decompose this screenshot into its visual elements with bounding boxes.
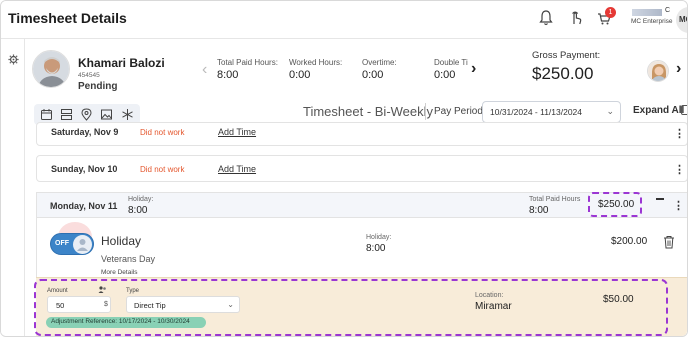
chevron-down-icon: ⌄: [606, 106, 614, 116]
did-not-work-label: Did not work: [140, 165, 185, 174]
people-icon[interactable]: [98, 285, 107, 294]
expand-all-checkbox[interactable]: [681, 105, 687, 115]
expand-all-label[interactable]: Expand All: [633, 105, 684, 116]
chevron-right-employee-icon[interactable]: ›: [676, 60, 681, 78]
stat-label-total-paid: Total Paid Hours:: [217, 58, 278, 67]
stat-label-double: Double Ti: [434, 58, 468, 67]
left-rail: [1, 39, 25, 336]
location-pin-icon[interactable]: [80, 108, 93, 121]
adjustment-amount: $50.00: [603, 294, 634, 305]
gross-payment-label: Gross Payment:: [532, 50, 601, 61]
toggle-knob: [73, 235, 92, 254]
holiday-title: Holiday: [101, 234, 142, 248]
user-initial: C: [665, 7, 671, 14]
stat-label-overtime: Overtime:: [362, 58, 397, 67]
more-options-icon[interactable]: ⋮: [674, 127, 685, 140]
person-icon: [77, 239, 88, 251]
employee-name: Khamari Balozi: [78, 56, 165, 70]
employee-id: 454545: [78, 72, 100, 79]
amount-value: 50: [56, 301, 65, 310]
timesheet-type-title: Timesheet - Bi-Weekly: [303, 104, 434, 119]
currency-symbol: $: [104, 301, 108, 308]
holiday-hours-value: 8:00: [128, 205, 148, 216]
more-options-icon[interactable]: ⋮: [673, 199, 684, 212]
divider: [425, 103, 426, 120]
timesheet-window: Timesheet Details 1 C MC Enterprise MC: [0, 0, 688, 337]
chevron-left-icon[interactable]: ‹: [202, 61, 207, 79]
notification-badge: 1: [605, 7, 616, 18]
more-details-link[interactable]: More Details: [101, 269, 137, 276]
add-time-link[interactable]: Add Time: [218, 127, 256, 137]
stat-label-worked: Worked Hours:: [289, 58, 343, 67]
snowflake-icon[interactable]: [121, 108, 134, 121]
chevron-right-icon[interactable]: ›: [471, 60, 476, 78]
total-paid-hours-value: 8:00: [529, 205, 549, 216]
holiday-subtitle: Veterans Day: [101, 254, 156, 264]
page-title: Timesheet Details: [8, 10, 127, 26]
holiday-entry-label: Holiday:: [366, 234, 392, 241]
more-options-icon[interactable]: ⋮: [674, 163, 685, 176]
redacted-username: [632, 9, 662, 16]
type-value: Direct Tip: [134, 301, 166, 310]
amount-label: Amount: [47, 288, 68, 294]
day-name: Monday, Nov 11: [50, 201, 118, 211]
did-not-work-label: Did not work: [140, 128, 185, 137]
add-time-link[interactable]: Add Time: [218, 164, 256, 174]
pay-period-value: 10/31/2024 - 11/13/2024: [490, 107, 583, 117]
location-value: Miramar: [475, 301, 512, 312]
holiday-entry-hours: 8:00: [366, 243, 386, 254]
day-row-saturday[interactable]: Saturday, Nov 9 Did not work Add Time ⋮: [36, 122, 687, 146]
adjustment-reference-text: Adjustment Reference: 10/17/2024 - 10/30…: [51, 318, 190, 325]
company-name: MC Enterprise: [631, 18, 673, 25]
bell-icon[interactable]: [539, 10, 553, 26]
calendar-icon[interactable]: [40, 108, 53, 121]
image-icon[interactable]: [100, 108, 113, 121]
amount-input[interactable]: 50 $: [47, 296, 111, 313]
holiday-entry-amount: $200.00: [611, 236, 648, 247]
trash-icon[interactable]: [663, 235, 675, 249]
type-label: Type: [126, 288, 140, 294]
pay-period-select[interactable]: 10/31/2024 - 11/13/2024 ⌄: [482, 101, 621, 123]
gross-payment-value: $250.00: [532, 64, 594, 83]
holiday-toggle[interactable]: OFF: [50, 233, 94, 255]
gear-icon[interactable]: [8, 54, 19, 65]
hand-tap-icon[interactable]: [569, 10, 583, 26]
day-name: Saturday, Nov 9: [51, 127, 119, 137]
stat-value-double: 0:00: [434, 69, 456, 81]
stat-value-worked: 0:00: [289, 69, 311, 81]
pay-period-label: Pay Period:: [434, 106, 486, 117]
top-header: Timesheet Details 1 C MC Enterprise MC: [1, 1, 687, 39]
user-avatar[interactable]: MC: [676, 7, 687, 33]
location-label: Location:: [475, 292, 504, 299]
day-list: Saturday, Nov 9 Did not work Add Time ⋮ …: [25, 122, 687, 336]
total-paid-hours-label: Total Paid Hours: [529, 196, 581, 203]
manager-avatar[interactable]: [647, 60, 669, 82]
day-name: Sunday, Nov 10: [51, 164, 118, 174]
toggle-off-label: OFF: [55, 240, 69, 247]
rows-icon[interactable]: [60, 108, 73, 121]
employee-photo: [32, 50, 70, 88]
adjustment-reference-chip: Adjustment Reference: 10/17/2024 - 10/30…: [46, 317, 206, 328]
stat-value-total-paid: 8:00: [217, 69, 239, 81]
holiday-hours-label: Holiday:: [128, 196, 154, 203]
day-row-sunday[interactable]: Sunday, Nov 10 Did not work Add Time ⋮: [36, 155, 687, 182]
collapse-icon[interactable]: [656, 198, 664, 200]
stat-value-overtime: 0:00: [362, 69, 384, 81]
total-amount-value: $250.00: [598, 199, 635, 210]
chevron-down-icon: ⌄: [227, 300, 234, 309]
type-select[interactable]: Direct Tip ⌄: [126, 296, 240, 313]
employee-status: Pending: [78, 81, 118, 92]
